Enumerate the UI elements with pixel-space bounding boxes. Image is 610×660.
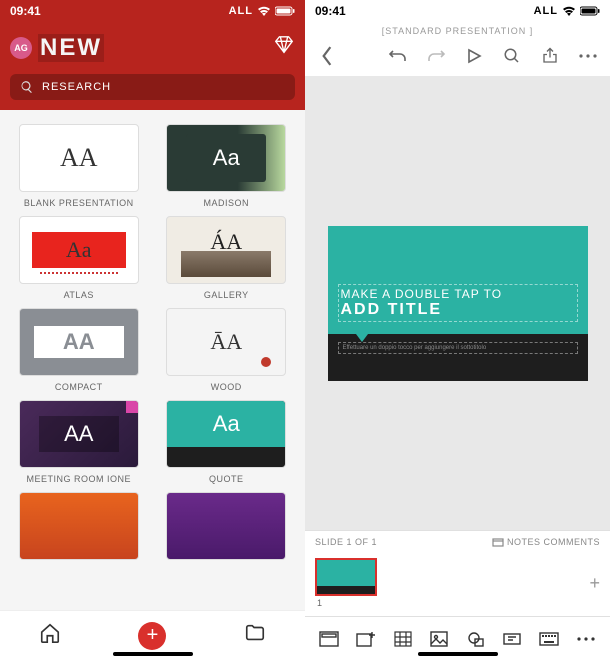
search-icon xyxy=(20,80,34,94)
document-title[interactable]: [STANDARD PRESENTATION ] xyxy=(305,22,610,46)
folder-icon[interactable] xyxy=(244,622,266,649)
redo-icon[interactable] xyxy=(426,46,446,66)
status-icons: ALL xyxy=(229,5,295,17)
notes-comments-toggle[interactable]: NOTES COMMENTS xyxy=(492,537,600,548)
status-bar: 09:41 ALL xyxy=(0,0,305,22)
status-icons: ALL xyxy=(534,5,600,17)
slide[interactable]: MAKE A DOUBLE TAP TO ADD TITLE Effettuar… xyxy=(328,226,588,381)
image-icon[interactable] xyxy=(429,629,449,649)
back-icon[interactable] xyxy=(317,46,337,66)
template-wood[interactable]: ĀAWOOD xyxy=(158,308,296,392)
wifi-icon xyxy=(562,6,576,16)
template-chooser-screen: 09:41 ALL AG NEW RESEARCH AABLANK PRESEN… xyxy=(0,0,305,660)
slide-thumbnails: 1 + xyxy=(305,554,610,616)
template-gallery[interactable]: ÁAGALLERY xyxy=(158,216,296,300)
template-meeting[interactable]: AAMEETING ROOM IONE xyxy=(10,400,148,484)
template-extra-2[interactable] xyxy=(158,492,296,560)
template-madison[interactable]: AaMADISON xyxy=(158,124,296,208)
left-header: AG NEW RESEARCH xyxy=(0,22,305,110)
new-button[interactable]: + xyxy=(138,622,166,650)
template-blank[interactable]: AABLANK PRESENTATION xyxy=(10,124,148,208)
template-grid: AABLANK PRESENTATION AaMADISON AaATLAS Á… xyxy=(0,110,305,660)
new-slide-icon[interactable] xyxy=(356,629,376,649)
bottom-nav: + xyxy=(0,610,305,660)
home-indicator xyxy=(113,652,193,656)
template-compact[interactable]: AACOMPACT xyxy=(10,308,148,392)
subtitle-placeholder[interactable]: Effettuare un doppio tocco per aggiunger… xyxy=(338,342,578,354)
title-placeholder[interactable]: MAKE A DOUBLE TAP TO ADD TITLE xyxy=(338,284,578,322)
home-icon[interactable] xyxy=(39,622,61,649)
editor-toolbar xyxy=(305,46,610,76)
avatar[interactable]: AG xyxy=(10,37,32,59)
home-indicator xyxy=(418,652,498,656)
template-extra-1[interactable] xyxy=(10,492,148,560)
status-time: 09:41 xyxy=(315,4,346,18)
add-slide-button[interactable]: + xyxy=(589,573,600,594)
status-bar: 09:41 ALL xyxy=(305,0,610,22)
page-title: NEW xyxy=(38,34,104,62)
editor-screen: 09:41 ALL [STANDARD PRESENTATION ] MAKE … xyxy=(305,0,610,660)
share-icon[interactable] xyxy=(540,46,560,66)
slide-panel: SLIDE 1 OF 1 NOTES COMMENTS 1 + xyxy=(305,530,610,616)
slide-thumb-1[interactable] xyxy=(315,558,377,596)
template-quote[interactable]: AaQUOTE xyxy=(158,400,296,484)
battery-icon xyxy=(275,6,295,16)
play-icon[interactable] xyxy=(464,46,484,66)
textbox-icon[interactable] xyxy=(502,629,522,649)
table-icon[interactable] xyxy=(393,629,413,649)
search-input[interactable]: RESEARCH xyxy=(10,74,295,100)
template-atlas[interactable]: AaATLAS xyxy=(10,216,148,300)
slide-layout-icon[interactable] xyxy=(319,629,339,649)
slide-counter: SLIDE 1 OF 1 xyxy=(315,537,377,548)
search-icon[interactable] xyxy=(502,46,522,66)
wifi-icon xyxy=(257,6,271,16)
undo-icon[interactable] xyxy=(388,46,408,66)
premium-icon[interactable] xyxy=(273,34,295,62)
more-icon[interactable] xyxy=(578,46,598,66)
slide-canvas: MAKE A DOUBLE TAP TO ADD TITLE Effettuar… xyxy=(305,76,610,530)
search-placeholder: RESEARCH xyxy=(42,81,111,93)
shape-icon[interactable] xyxy=(466,629,486,649)
more-tools-icon[interactable] xyxy=(576,629,596,649)
battery-icon xyxy=(580,6,600,16)
status-time: 09:41 xyxy=(10,4,41,18)
keyboard-icon[interactable] xyxy=(539,629,559,649)
